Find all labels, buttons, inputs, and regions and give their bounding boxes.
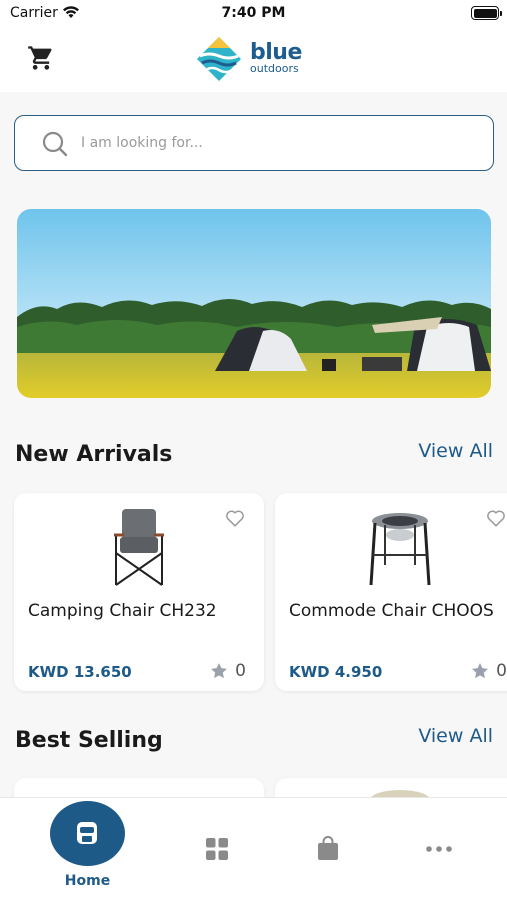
tab-home-label: Home bbox=[64, 873, 111, 889]
product-rating: 0 bbox=[209, 661, 246, 681]
product-image-commode-chair bbox=[369, 513, 431, 586]
battery-icon bbox=[471, 6, 502, 20]
rating-count: 0 bbox=[496, 661, 507, 681]
logo-text-blue: blue bbox=[250, 40, 302, 65]
new-arrivals-view-all-link[interactable]: View All bbox=[418, 440, 493, 462]
new-arrivals-title: New Arrivals bbox=[15, 442, 173, 467]
rating-count: 0 bbox=[235, 661, 246, 681]
more-icon bbox=[426, 846, 452, 852]
banner-image bbox=[17, 209, 491, 398]
product-name: Camping Chair CH232 bbox=[28, 601, 217, 621]
product-price: KWD 13.650 bbox=[28, 663, 132, 681]
status-bar: Carrier 7:40 PM bbox=[0, 0, 507, 30]
product-image-camping-chair bbox=[114, 509, 164, 586]
bottom-tab-bar: Home bbox=[0, 797, 507, 900]
heart-icon[interactable] bbox=[485, 507, 507, 529]
star-icon bbox=[472, 663, 489, 679]
tab-categories[interactable] bbox=[190, 798, 250, 900]
logo-mark-icon bbox=[197, 37, 241, 81]
home-icon bbox=[77, 822, 97, 844]
product-rating: 0 bbox=[470, 661, 507, 681]
tab-home[interactable]: Home bbox=[0, 798, 175, 900]
best-selling-title: Best Selling bbox=[15, 728, 163, 753]
tab-more[interactable] bbox=[410, 798, 470, 900]
star-icon bbox=[211, 663, 228, 679]
brand-logo: blue outdoors bbox=[194, 34, 316, 84]
heart-icon[interactable] bbox=[224, 507, 246, 529]
shopping-bag-icon bbox=[318, 836, 338, 860]
clock: 7:40 PM bbox=[221, 5, 286, 21]
home-tab-circle bbox=[50, 801, 125, 866]
logo-text-outdoors: outdoors bbox=[250, 62, 299, 75]
search-bar[interactable] bbox=[14, 115, 494, 171]
search-input[interactable] bbox=[81, 116, 481, 169]
product-card[interactable]: Camping Chair CH232 KWD 13.650 0 bbox=[14, 493, 264, 691]
cart-icon[interactable] bbox=[26, 44, 56, 72]
grid-icon bbox=[206, 838, 228, 860]
product-card[interactable]: Commode Chair CHOOS KWD 4.950 0 bbox=[275, 493, 507, 691]
product-price: KWD 4.950 bbox=[289, 663, 383, 681]
tab-bag[interactable] bbox=[300, 798, 360, 900]
best-selling-view-all-link[interactable]: View All bbox=[418, 725, 493, 747]
app-header: blue outdoors bbox=[0, 30, 507, 92]
search-icon bbox=[42, 131, 68, 157]
product-name: Commode Chair CHOOS bbox=[289, 601, 494, 621]
promo-banner[interactable] bbox=[17, 209, 491, 398]
